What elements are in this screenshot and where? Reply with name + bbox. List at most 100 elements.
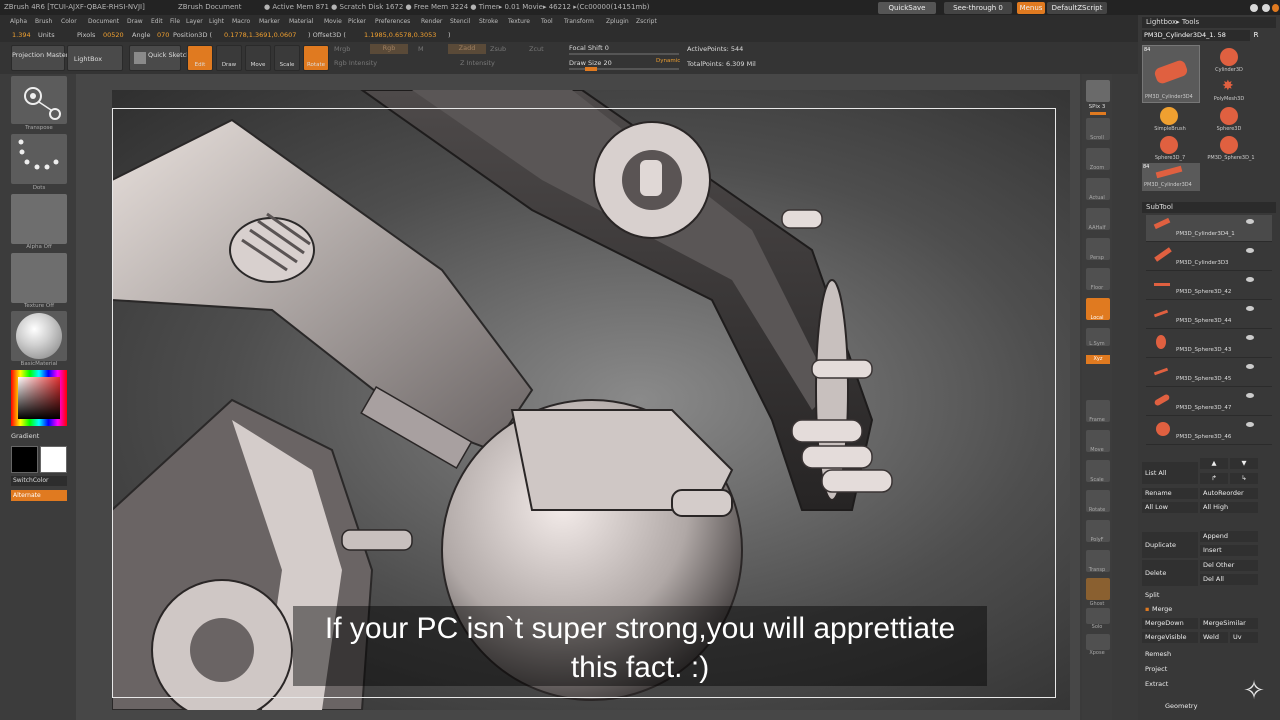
current-tool-name[interactable]: PM3D_Cylinder3D4_1. 58 bbox=[1142, 30, 1250, 41]
focal-shift-track[interactable] bbox=[569, 53, 679, 55]
tool-thumb-pm3d-cylinder-2[interactable]: 84 PM3D_Cylinder3D4 bbox=[1142, 163, 1200, 191]
menu-item-material[interactable]: Material bbox=[289, 15, 313, 29]
duplicate-button[interactable]: Duplicate bbox=[1142, 532, 1198, 558]
quicksave-button[interactable]: QuickSave bbox=[878, 2, 936, 14]
project-section[interactable]: Project bbox=[1142, 664, 1272, 675]
switchcolor-button[interactable]: SwitchColor bbox=[11, 476, 67, 486]
scale-button[interactable]: Scale bbox=[274, 45, 300, 71]
menu-item-layer[interactable]: Layer bbox=[186, 15, 203, 29]
alternate-button[interactable]: Alternate bbox=[11, 490, 67, 501]
eye-icon[interactable] bbox=[1246, 364, 1254, 369]
close-icon[interactable] bbox=[1272, 4, 1279, 12]
menu-item-brush[interactable]: Brush bbox=[35, 15, 52, 29]
subtool-item-2[interactable]: PM3D_Sphere3D_42 bbox=[1146, 273, 1272, 300]
spix-slider[interactable] bbox=[1090, 112, 1106, 115]
subtool-header[interactable]: SubTool bbox=[1142, 202, 1276, 213]
xyz-toggle[interactable]: Xyz bbox=[1086, 355, 1110, 364]
menu-item-zscript[interactable]: Zscript bbox=[636, 15, 657, 29]
projection-master-button[interactable]: Projection Master bbox=[11, 45, 68, 71]
del-all-button[interactable]: Del All bbox=[1200, 574, 1258, 585]
move-up-icon[interactable]: ↱ bbox=[1200, 473, 1228, 484]
bpr-render-icon[interactable] bbox=[1086, 80, 1110, 102]
draw-size-handle[interactable] bbox=[585, 67, 597, 71]
menu-item-file[interactable]: File bbox=[170, 15, 180, 29]
remesh-section[interactable]: Remesh bbox=[1142, 649, 1272, 660]
solo-icon[interactable] bbox=[1086, 608, 1110, 624]
zcut-button[interactable]: Zcut bbox=[529, 45, 544, 53]
rgb-intensity-slider[interactable]: Rgb Intensity bbox=[334, 59, 377, 67]
z-intensity-slider[interactable]: Z Intensity bbox=[460, 59, 495, 67]
menu-item-movie[interactable]: Movie bbox=[324, 15, 342, 29]
subtool-item-3[interactable]: PM3D_Sphere3D_44 bbox=[1146, 302, 1272, 329]
menu-item-stroke[interactable]: Stroke bbox=[479, 15, 498, 29]
subtool-item-4[interactable]: PM3D_Sphere3D_43 bbox=[1146, 331, 1272, 358]
material-slot[interactable] bbox=[11, 311, 67, 361]
menu-item-render[interactable]: Render bbox=[421, 15, 442, 29]
menu-item-document[interactable]: Document bbox=[88, 15, 119, 29]
see-through-slider[interactable]: See-through 0 bbox=[944, 2, 1012, 14]
dynamic-button[interactable]: Dynamic bbox=[656, 58, 680, 64]
eye-icon[interactable] bbox=[1246, 277, 1254, 282]
menu-item-preferences[interactable]: Preferences bbox=[375, 15, 410, 29]
rotate-button[interactable]: Rotate bbox=[303, 45, 329, 71]
eye-icon[interactable] bbox=[1246, 219, 1254, 224]
menu-item-stencil[interactable]: Stencil bbox=[450, 15, 470, 29]
menu-item-edit[interactable]: Edit bbox=[151, 15, 163, 29]
insert-button[interactable]: Insert bbox=[1200, 545, 1258, 556]
draw-button[interactable]: Draw bbox=[216, 45, 242, 71]
sphere3d-icon[interactable] bbox=[1220, 107, 1238, 125]
mergevisible-button[interactable]: MergeVisible bbox=[1142, 632, 1198, 643]
mrgb-button[interactable]: Mrgb bbox=[334, 45, 350, 53]
menu-item-marker[interactable]: Marker bbox=[259, 15, 280, 29]
main-color-swatch[interactable] bbox=[40, 446, 67, 473]
merge-section[interactable]: Merge bbox=[1152, 604, 1212, 615]
transpose-icon[interactable] bbox=[11, 76, 67, 124]
append-button[interactable]: Append bbox=[1200, 531, 1258, 542]
sphere3d-7-icon[interactable] bbox=[1160, 136, 1178, 154]
menu-item-tool[interactable]: Tool bbox=[541, 15, 553, 29]
xpose-icon[interactable] bbox=[1086, 634, 1110, 650]
dots-stroke-icon[interactable] bbox=[11, 134, 67, 184]
polymesh3d-icon[interactable]: ✸ bbox=[1222, 79, 1236, 93]
spix-label[interactable]: SPix 3 bbox=[1082, 104, 1112, 110]
move-button[interactable]: Move bbox=[245, 45, 271, 71]
all-high-button[interactable]: All High bbox=[1200, 502, 1258, 513]
edit-button[interactable]: Edit bbox=[187, 45, 213, 71]
m-button[interactable]: M bbox=[418, 45, 424, 53]
subtool-item-6[interactable]: PM3D_Sphere3D_47 bbox=[1146, 389, 1272, 416]
menu-item-texture[interactable]: Texture bbox=[508, 15, 530, 29]
all-low-button[interactable]: All Low bbox=[1142, 502, 1198, 513]
list-all-button[interactable]: List All bbox=[1142, 462, 1198, 484]
maximize-icon[interactable] bbox=[1262, 4, 1270, 12]
default-zscript-button[interactable]: DefaultZScript bbox=[1047, 2, 1107, 14]
tool-r-button[interactable]: R bbox=[1251, 30, 1261, 41]
rgb-button[interactable]: Rgb bbox=[370, 44, 408, 54]
split-section[interactable]: Split bbox=[1142, 590, 1272, 601]
weld-button[interactable]: Weld bbox=[1200, 632, 1228, 643]
eye-icon[interactable] bbox=[1246, 335, 1254, 340]
tool-thumb-pm3d-cylinder[interactable]: 84 PM3D_Cylinder3D4 bbox=[1142, 45, 1200, 103]
alpha-slot[interactable] bbox=[11, 194, 67, 244]
subtool-item-0[interactable]: PM3D_Cylinder3D4_1 bbox=[1146, 215, 1272, 242]
pm3d-sphere3d-1-icon[interactable] bbox=[1220, 136, 1238, 154]
uv-button[interactable]: Uv bbox=[1230, 632, 1258, 643]
geometry-section[interactable]: Geometry bbox=[1162, 701, 1242, 712]
zadd-button[interactable]: Zadd bbox=[448, 44, 486, 54]
eye-icon[interactable] bbox=[1246, 393, 1254, 398]
arrow-down-icon[interactable]: ▼ bbox=[1230, 458, 1258, 469]
subtool-item-5[interactable]: PM3D_Sphere3D_45 bbox=[1146, 360, 1272, 387]
menu-item-transform[interactable]: Transform bbox=[564, 15, 594, 29]
cylinder3d-icon[interactable] bbox=[1220, 48, 1238, 66]
rename-button[interactable]: Rename bbox=[1142, 488, 1198, 499]
mergesimilar-button[interactable]: MergeSimilar bbox=[1200, 618, 1258, 629]
lightbox-button[interactable]: LightBox bbox=[67, 45, 123, 71]
simplebrush-icon[interactable] bbox=[1160, 107, 1178, 125]
eye-icon[interactable] bbox=[1246, 422, 1254, 427]
del-other-button[interactable]: Del Other bbox=[1200, 560, 1258, 571]
move-down-icon[interactable]: ↳ bbox=[1230, 473, 1258, 484]
ghost-icon[interactable] bbox=[1086, 578, 1110, 600]
arrow-up-icon[interactable]: ▲ bbox=[1200, 458, 1228, 469]
delete-button[interactable]: Delete bbox=[1142, 560, 1198, 586]
lightbox-tools-header[interactable]: Lightbox▸ Tools bbox=[1142, 17, 1276, 28]
menu-item-macro[interactable]: Macro bbox=[232, 15, 250, 29]
